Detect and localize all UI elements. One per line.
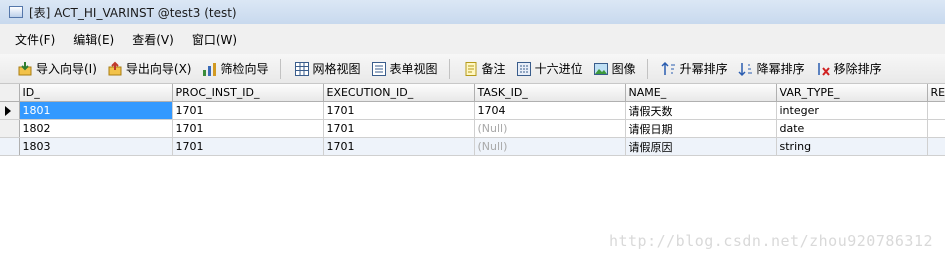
sort-descending-label: 降幂排序: [756, 62, 805, 76]
export-wizard-label: 导出向导(X): [125, 62, 192, 76]
import-wizard-label: 导入向导(I): [36, 62, 97, 76]
cell-id[interactable]: 1801: [19, 101, 173, 120]
title-bar: [表] ACT_HI_VARINST @test3 (test): [0, 0, 945, 24]
cell-task-id[interactable]: (Null): [474, 137, 626, 156]
cell-execution-id[interactable]: 1701: [323, 119, 475, 138]
sort-ascending-icon: [661, 61, 677, 77]
memo-button[interactable]: 备注: [460, 58, 509, 79]
memo-icon: [463, 61, 479, 77]
toolbar-separator: [448, 58, 450, 79]
toolbar-separator: [279, 58, 281, 79]
row-indicator-header: [0, 84, 20, 102]
import-icon: [17, 61, 33, 77]
table-row[interactable]: 1803 1701 1701 (Null) 请假原因 string: [0, 137, 945, 156]
cell-var-type[interactable]: date: [776, 119, 928, 138]
form-view-button[interactable]: 表单视图: [368, 58, 441, 79]
row-indicator: [0, 101, 20, 120]
filter-icon: [202, 61, 218, 77]
image-label: 图像: [611, 62, 636, 76]
grid-view-label: 网格视图: [312, 62, 361, 76]
table-row[interactable]: 1802 1701 1701 (Null) 请假日期 date: [0, 119, 945, 138]
hex-button[interactable]: 十六进位: [513, 58, 586, 79]
cell-rev[interactable]: [927, 137, 945, 156]
cell-var-type[interactable]: integer: [776, 101, 928, 120]
cell-proc-inst-id[interactable]: 1701: [172, 137, 324, 156]
remove-sort-label: 移除排序: [833, 62, 882, 76]
sort-ascending-button[interactable]: 升幂排序: [658, 58, 731, 79]
image-icon: [593, 61, 609, 77]
watermark: http://blog.csdn.net/zhou920786312: [608, 232, 933, 250]
toolbar: 导入向导(I) 导出向导(X) 筛检向导 网格视图 表单视图 备注 十六进位 图…: [0, 54, 945, 84]
cell-id[interactable]: 1803: [19, 137, 173, 156]
row-indicator: [0, 137, 20, 156]
grid-view-icon: [294, 61, 310, 77]
cell-name[interactable]: 请假原因: [625, 137, 777, 156]
column-header-execution-id[interactable]: EXECUTION_ID_: [323, 84, 475, 102]
hex-label: 十六进位: [534, 62, 583, 76]
hex-icon: [516, 61, 532, 77]
sort-descending-button[interactable]: 降幂排序: [735, 58, 808, 79]
column-header-name[interactable]: NAME_: [625, 84, 777, 102]
remove-sort-button[interactable]: 移除排序: [812, 58, 885, 79]
header-row: ID_ PROC_INST_ID_ EXECUTION_ID_ TASK_ID_…: [0, 84, 945, 102]
window-title: [表] ACT_HI_VARINST @test3 (test): [29, 5, 237, 20]
menu-file[interactable]: 文件(F): [13, 31, 57, 48]
menu-view[interactable]: 查看(V): [130, 31, 176, 48]
current-row-arrow-icon: [5, 105, 11, 116]
menu-edit[interactable]: 编辑(E): [71, 31, 116, 48]
column-header-rev[interactable]: REV: [927, 84, 945, 102]
menu-window[interactable]: 窗口(W): [190, 31, 239, 48]
image-button[interactable]: 图像: [590, 58, 639, 79]
form-view-icon: [371, 61, 387, 77]
export-wizard-button[interactable]: 导出向导(X): [104, 58, 195, 79]
table-icon: [9, 6, 23, 18]
filter-wizard-label: 筛检向导: [220, 62, 269, 76]
sort-descending-icon: [738, 61, 754, 77]
cell-name[interactable]: 请假天数: [625, 101, 777, 120]
cell-task-id[interactable]: (Null): [474, 119, 626, 138]
cell-rev[interactable]: [927, 119, 945, 138]
cell-task-id[interactable]: 1704: [474, 101, 626, 120]
column-header-var-type[interactable]: VAR_TYPE_: [776, 84, 928, 102]
filter-wizard-button[interactable]: 筛检向导: [199, 58, 272, 79]
sort-ascending-label: 升幂排序: [679, 62, 728, 76]
cell-proc-inst-id[interactable]: 1701: [172, 101, 324, 120]
cell-name[interactable]: 请假日期: [625, 119, 777, 138]
cell-execution-id[interactable]: 1701: [323, 137, 475, 156]
cell-execution-id[interactable]: 1701: [323, 101, 475, 120]
column-header-proc-inst-id[interactable]: PROC_INST_ID_: [172, 84, 324, 102]
cell-proc-inst-id[interactable]: 1701: [172, 119, 324, 138]
column-header-id[interactable]: ID_: [19, 84, 173, 102]
cell-id[interactable]: 1802: [19, 119, 173, 138]
cell-rev[interactable]: [927, 101, 945, 120]
import-wizard-button[interactable]: 导入向导(I): [14, 58, 100, 79]
export-icon: [107, 61, 123, 77]
form-view-label: 表单视图: [389, 62, 438, 76]
column-header-task-id[interactable]: TASK_ID_: [474, 84, 626, 102]
toolbar-separator: [646, 58, 648, 79]
menu-bar: 文件(F) 编辑(E) 查看(V) 窗口(W): [0, 24, 945, 55]
cell-var-type[interactable]: string: [776, 137, 928, 156]
remove-sort-icon: [815, 61, 831, 77]
data-grid: ID_ PROC_INST_ID_ EXECUTION_ID_ TASK_ID_…: [0, 84, 945, 156]
row-indicator: [0, 119, 20, 138]
memo-label: 备注: [481, 62, 506, 76]
table-row[interactable]: 1801 1701 1701 1704 请假天数 integer: [0, 101, 945, 120]
grid-view-button[interactable]: 网格视图: [291, 58, 364, 79]
